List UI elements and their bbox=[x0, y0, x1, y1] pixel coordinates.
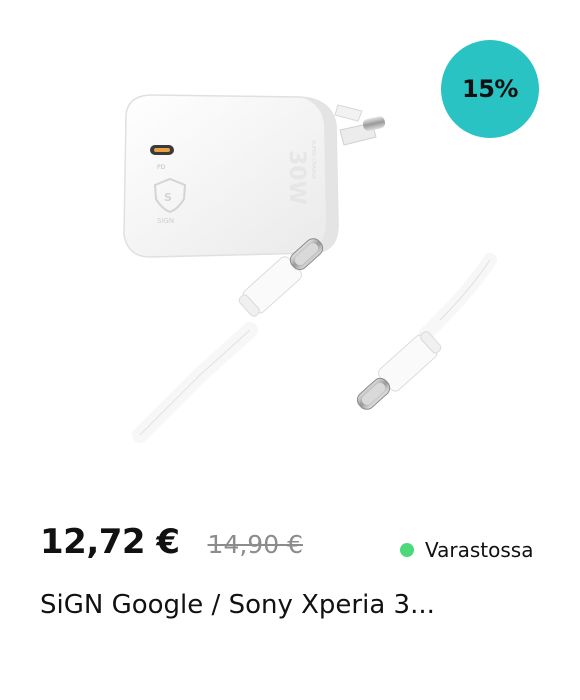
product-title-link[interactable]: SiGN Google / Sony Xperia 3... bbox=[40, 590, 435, 620]
stock-status: Varastossa bbox=[400, 538, 533, 562]
discount-badge: 15% bbox=[441, 40, 539, 138]
charger-plug-pins bbox=[334, 104, 386, 146]
in-stock-dot-icon bbox=[400, 543, 414, 557]
svg-text:S: S bbox=[164, 191, 172, 204]
svg-text:30W: 30W bbox=[284, 150, 309, 205]
product-card[interactable]: PD S SiGN 30W SUPER CHARGE 15% 12,72 € 1… bbox=[0, 0, 580, 700]
svg-text:PD: PD bbox=[157, 164, 166, 171]
price-row: 12,72 € 14,90 € bbox=[40, 522, 303, 572]
original-price: 14,90 € bbox=[207, 530, 303, 559]
svg-text:SiGN: SiGN bbox=[157, 217, 174, 225]
usb-c-cable bbox=[132, 238, 497, 443]
svg-text:SUPER CHARGE: SUPER CHARGE bbox=[310, 140, 316, 179]
product-image[interactable]: PD S SiGN 30W SUPER CHARGE bbox=[100, 75, 500, 445]
current-price: 12,72 € bbox=[40, 522, 180, 562]
charger-body: PD S SiGN 30W SUPER CHARGE bbox=[123, 94, 339, 258]
stock-status-label: Varastossa bbox=[425, 538, 534, 562]
